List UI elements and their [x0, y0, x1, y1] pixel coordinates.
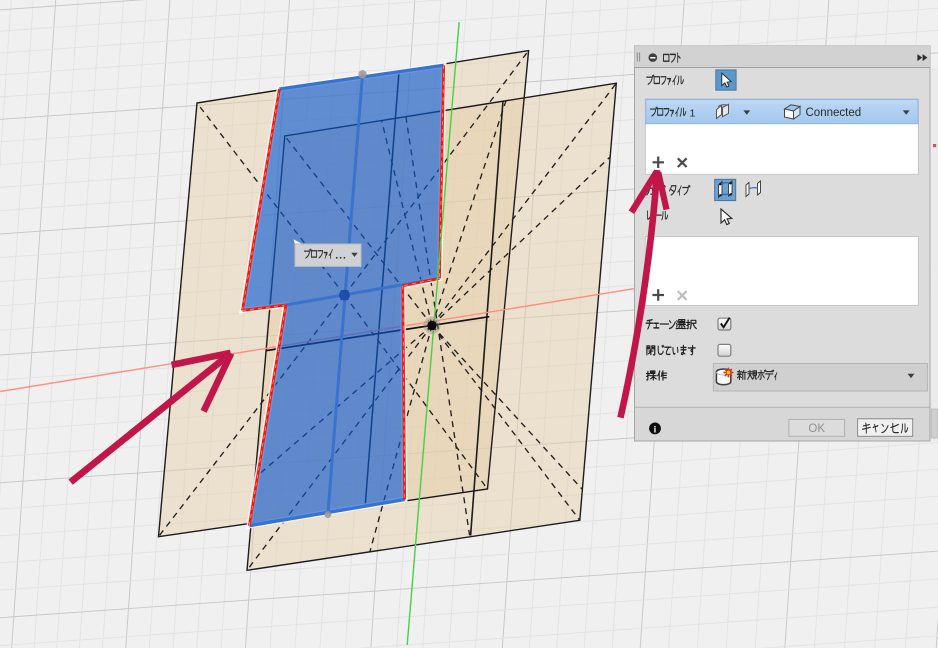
svg-text:OK: OK: [808, 423, 825, 435]
svg-text:1: 1: [690, 107, 696, 119]
svg-text:Connected: Connected: [806, 107, 862, 119]
svg-text:i: i: [654, 424, 657, 435]
